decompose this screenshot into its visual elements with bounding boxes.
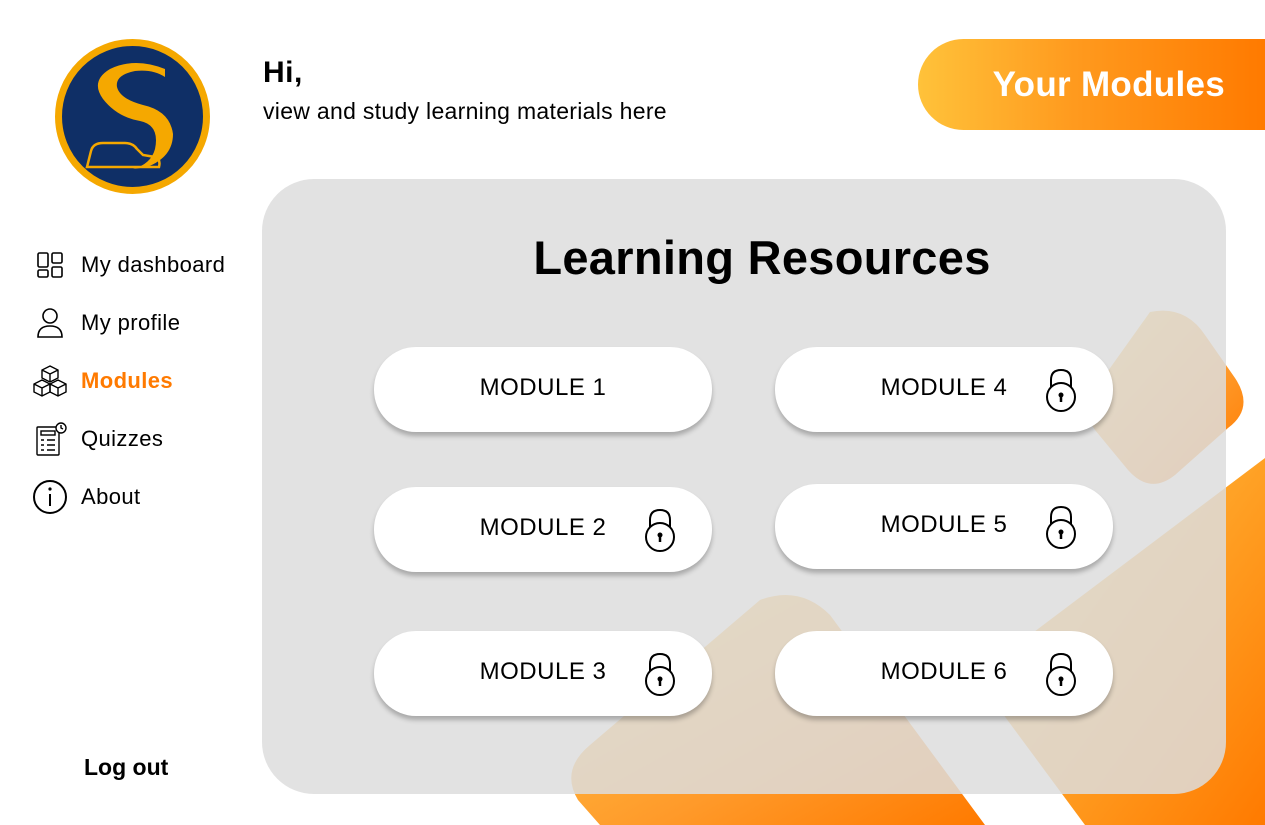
logout-button[interactable]: Log out xyxy=(84,754,168,781)
sidebar-item-modules[interactable]: Modules xyxy=(30,361,225,401)
your-modules-banner: Your Modules xyxy=(918,39,1265,130)
app-logo xyxy=(55,39,210,194)
greeting-title: Hi, xyxy=(263,56,303,89)
sidebar: My dashboard My profile Modules Quizzes … xyxy=(30,245,225,535)
lock-icon xyxy=(1046,368,1076,412)
lock-icon xyxy=(1046,652,1076,696)
sidebar-item-label: About xyxy=(81,484,141,509)
module-6-button[interactable]: MODULE 6 xyxy=(775,631,1113,716)
greeting-block: Hi, view and study learning materials he… xyxy=(263,56,667,125)
module-3-button[interactable]: MODULE 3 xyxy=(374,631,712,716)
lock-icon xyxy=(645,508,675,552)
dashboard-icon xyxy=(30,245,70,285)
info-icon xyxy=(30,477,70,517)
user-icon xyxy=(30,303,70,343)
module-5-button[interactable]: MODULE 5 xyxy=(775,484,1113,569)
cubes-icon xyxy=(30,361,70,401)
sidebar-item-profile[interactable]: My profile xyxy=(30,303,225,343)
sidebar-item-label: My profile xyxy=(81,310,181,335)
sidebar-item-quizzes[interactable]: Quizzes xyxy=(30,419,225,459)
sidebar-item-dashboard[interactable]: My dashboard xyxy=(30,245,225,285)
module-label: MODULE 1 xyxy=(479,374,607,401)
module-1-button[interactable]: MODULE 1 xyxy=(374,347,712,432)
module-2-button[interactable]: MODULE 2 xyxy=(374,487,712,572)
module-4-button[interactable]: MODULE 4 xyxy=(775,347,1113,432)
sidebar-item-about[interactable]: About xyxy=(30,477,225,517)
your-modules-label: Your Modules xyxy=(992,64,1225,104)
greeting-subtitle: view and study learning materials here xyxy=(263,98,667,124)
sidebar-item-label: Quizzes xyxy=(81,426,164,451)
lock-icon xyxy=(1046,505,1076,549)
lock-icon xyxy=(645,652,675,696)
sidebar-item-label: Modules xyxy=(81,368,174,393)
sidebar-item-label: My dashboard xyxy=(81,252,226,277)
quiz-icon xyxy=(30,419,70,459)
page-title: Learning Resources xyxy=(533,231,991,284)
